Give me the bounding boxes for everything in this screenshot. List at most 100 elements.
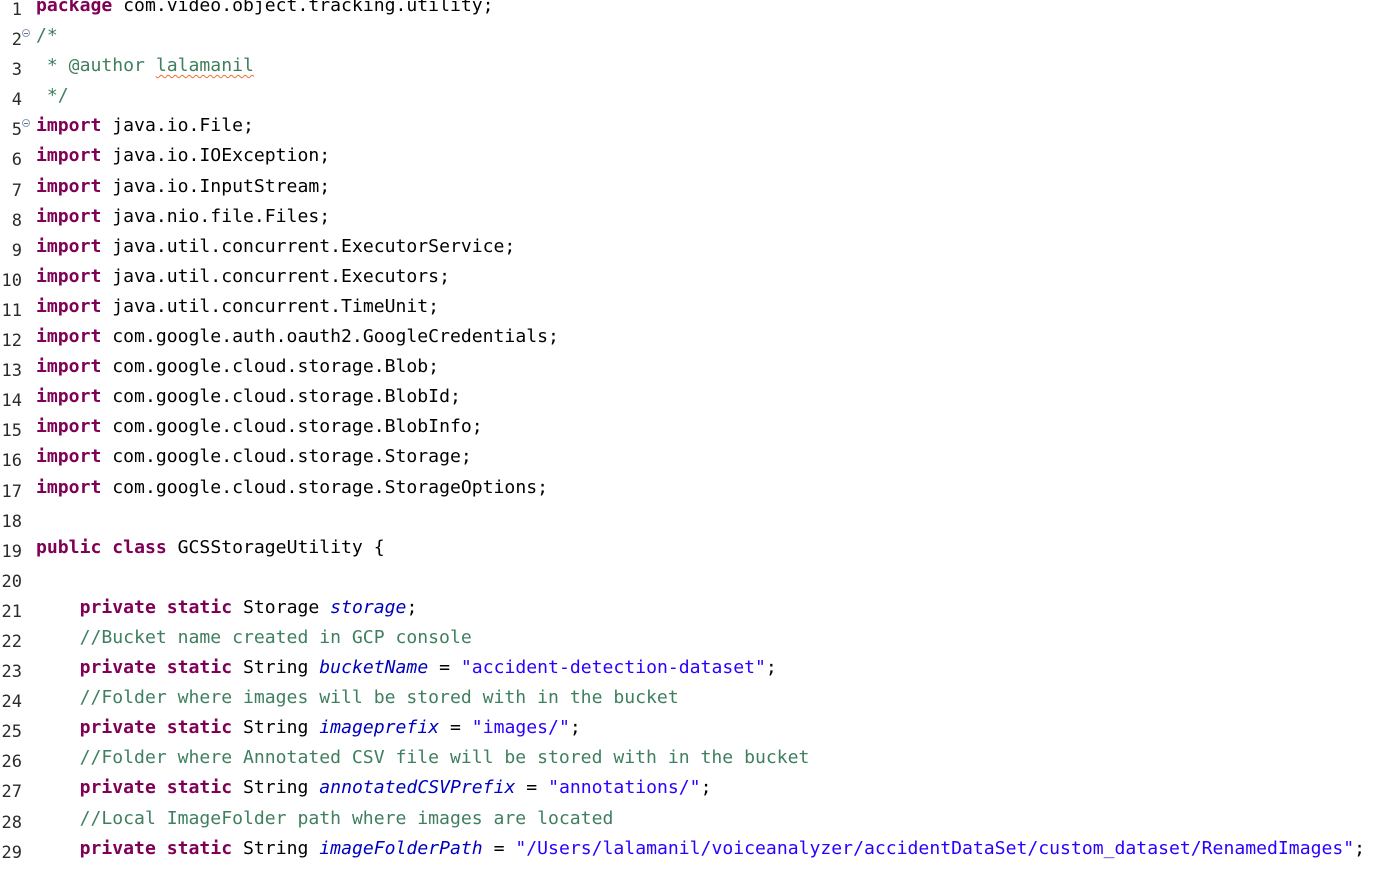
code-line[interactable]: 28 //Local ImageFolder path where images…	[0, 804, 1400, 834]
code-content: import java.util.concurrent.Executors;	[36, 262, 450, 292]
code-content: /*	[36, 21, 58, 51]
fold-collapse-icon[interactable]	[22, 29, 30, 38]
comment: //Folder where Annotated CSV file will b…	[79, 747, 810, 769]
field-name: annotatedCSVPrefix	[319, 777, 516, 799]
code-line[interactable]: 17 import com.google.cloud.storage.Storag…	[0, 473, 1400, 503]
code-line[interactable]: 16 import com.google.cloud.storage.Storag…	[0, 442, 1400, 472]
keyword: import	[36, 416, 102, 438]
code-line[interactable]: 7 import java.io.InputStream;	[0, 172, 1400, 202]
code-text: =	[428, 657, 461, 679]
code-content: import com.google.auth.oauth2.GoogleCred…	[36, 322, 559, 352]
keyword: import	[36, 476, 102, 498]
code-text: com.google.auth.oauth2.GoogleCredentials…	[101, 326, 559, 348]
code-content: import java.util.concurrent.ExecutorServ…	[36, 232, 515, 262]
code-text: =	[515, 777, 549, 799]
code-line[interactable]: 24 //Folder where images will be stored …	[0, 683, 1400, 713]
code-text: java.io.File;	[101, 115, 254, 137]
keyword: static	[166, 657, 233, 679]
code-line[interactable]: 2/*	[0, 21, 1400, 51]
code-line[interactable]: 10 import java.util.concurrent.Executors;	[0, 262, 1400, 292]
code-line[interactable]: 5 import java.io.File;	[0, 111, 1400, 141]
code-line[interactable]: 11 import java.util.concurrent.TimeUnit;	[0, 292, 1400, 322]
keyword: private	[79, 657, 156, 679]
keyword: static	[166, 777, 233, 799]
code-line[interactable]: 20	[0, 563, 1400, 593]
keyword: import	[36, 235, 102, 257]
keyword: static	[166, 596, 233, 618]
code-line[interactable]: 12 import com.google.auth.oauth2.GoogleCr…	[0, 322, 1400, 352]
code-content: import java.util.concurrent.TimeUnit;	[36, 292, 439, 322]
code-text: ;	[569, 717, 581, 739]
code-content: private static Storage storage;	[36, 593, 418, 623]
code-editor[interactable]: 1 package com.video.object.tracking.utili…	[0, 0, 1400, 871]
field-name: imageprefix	[319, 717, 440, 739]
code-content: import com.google.cloud.storage.Storage;	[36, 442, 472, 472]
code-text: java.io.IOException;	[101, 145, 331, 167]
code-text: com.video.object.tracking.utility;	[112, 0, 494, 16]
code-text: ;	[700, 777, 712, 799]
keyword: static	[166, 837, 233, 859]
code-line[interactable]: 27 private static String annotatedCSVPre…	[0, 773, 1400, 803]
code-text: com.google.cloud.storage.Storage;	[101, 446, 472, 468]
code-content: * @author lalamanil	[36, 51, 254, 81]
code-line[interactable]: 9 import java.util.concurrent.ExecutorSer…	[0, 232, 1400, 262]
code-line[interactable]: 22 //Bucket name created in GCP console	[0, 623, 1400, 653]
code-content: import java.nio.file.Files;	[36, 202, 330, 232]
code-text: com.google.cloud.storage.Blob;	[101, 356, 440, 378]
keyword: private	[79, 837, 156, 859]
code-text: ;	[406, 596, 418, 618]
code-content: import com.google.cloud.storage.BlobInfo…	[36, 412, 483, 442]
code-line[interactable]: 8 import java.nio.file.Files;	[0, 202, 1400, 232]
keyword: private	[79, 596, 156, 618]
string-literal: "images/"	[471, 717, 570, 739]
code-text: java.util.concurrent.Executors;	[101, 265, 450, 287]
code-line[interactable]: 19 public class GCSStorageUtility {	[0, 533, 1400, 563]
code-line[interactable]: 13 import com.google.cloud.storage.Blob;	[0, 352, 1400, 382]
code-line[interactable]: 21 private static Storage storage;	[0, 593, 1400, 623]
code-text: java.util.concurrent.ExecutorService;	[101, 235, 516, 257]
code-line[interactable]: 25 private static String imageprefix = "…	[0, 713, 1400, 743]
keyword: static	[166, 717, 233, 739]
code-line[interactable]: 4 */	[0, 81, 1400, 111]
keyword: private	[79, 777, 156, 799]
keyword: import	[36, 356, 102, 378]
keyword: import	[36, 446, 102, 468]
code-content: package com.video.object.tracking.utilit…	[36, 0, 494, 21]
code-line[interactable]: 29 private static String imageFolderPath…	[0, 834, 1400, 864]
code-content: public class GCSStorageUtility {	[36, 533, 385, 563]
code-text: String	[232, 777, 320, 799]
fold-collapse-icon[interactable]	[22, 119, 30, 128]
keyword: import	[36, 386, 102, 408]
code-content: */	[36, 81, 69, 111]
code-line[interactable]: 15 import com.google.cloud.storage.BlobIn…	[0, 412, 1400, 442]
code-line[interactable]: 14 import com.google.cloud.storage.BlobId…	[0, 382, 1400, 412]
code-text: String	[232, 657, 320, 679]
code-line[interactable]: 1 package com.video.object.tracking.utili…	[0, 0, 1400, 21]
code-content: import com.google.cloud.storage.Blob;	[36, 352, 439, 382]
code-text: String	[232, 717, 320, 739]
code-line[interactable]: 6 import java.io.IOException;	[0, 141, 1400, 171]
code-text: Storage	[232, 596, 331, 618]
code-line[interactable]: 18	[0, 503, 1400, 533]
code-text: ;	[1354, 837, 1366, 859]
code-line[interactable]: 26 //Folder where Annotated CSV file wil…	[0, 743, 1400, 773]
comment: //Bucket name created in GCP console	[79, 626, 472, 648]
keyword: package	[36, 0, 113, 16]
code-content: private static String imageprefix = "ima…	[36, 713, 581, 743]
code-line[interactable]: 3 * @author lalamanil	[0, 51, 1400, 81]
comment: /*	[36, 25, 58, 47]
keyword: import	[36, 295, 102, 317]
code-content: //Folder where images will be stored wit…	[36, 683, 679, 713]
string-literal: "accident-detection-dataset"	[460, 657, 766, 679]
code-line[interactable]: 23 private static String bucketName = "a…	[0, 653, 1400, 683]
keyword: import	[36, 175, 102, 197]
